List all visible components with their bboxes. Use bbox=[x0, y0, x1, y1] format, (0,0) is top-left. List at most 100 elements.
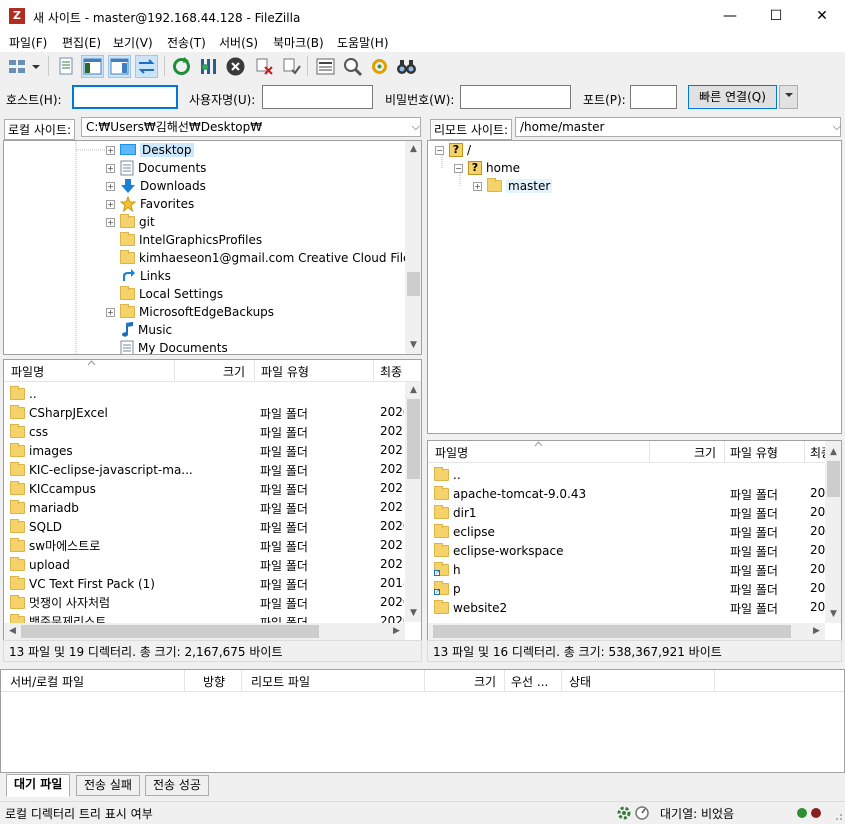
local-tree-item[interactable]: + MicrosoftEdgeBackups bbox=[106, 303, 274, 321]
tab-failed-transfers[interactable]: 전송 실패 bbox=[76, 775, 140, 796]
menu-bookmarks[interactable]: 북마크(B) bbox=[273, 34, 324, 51]
expand-icon[interactable]: + bbox=[106, 217, 115, 227]
local-file-row[interactable]: upload bbox=[10, 555, 70, 574]
directory-listing-filter-button[interactable] bbox=[314, 55, 337, 78]
column-header-type[interactable]: 파일 유형 bbox=[261, 363, 309, 380]
expand-icon[interactable]: + bbox=[106, 307, 115, 317]
remote-tree-item-root[interactable]: − ? / bbox=[435, 141, 471, 159]
remote-file-row[interactable]: ↗ p bbox=[434, 579, 461, 598]
queue-column-direction[interactable]: 방향 bbox=[203, 673, 225, 690]
refresh-button[interactable] bbox=[170, 55, 193, 78]
scroll-up-icon[interactable]: ▲ bbox=[405, 141, 421, 158]
queue-column-status[interactable]: 상태 bbox=[569, 673, 591, 690]
local-tree-item[interactable]: Music bbox=[106, 321, 172, 339]
local-tree-item[interactable]: Local Settings bbox=[106, 285, 223, 303]
local-file-row[interactable]: CSharpJExcel bbox=[10, 403, 108, 422]
menu-view[interactable]: 보기(V) bbox=[113, 34, 153, 51]
scrollbar-thumb[interactable] bbox=[407, 399, 420, 479]
maximize-button[interactable]: ☐ bbox=[753, 0, 799, 32]
resize-grip-icon[interactable] bbox=[833, 811, 843, 821]
toggle-local-tree-button[interactable] bbox=[81, 55, 104, 78]
local-path-input[interactable]: C:₩Users₩김해선₩Desktop₩ bbox=[81, 117, 421, 137]
local-file-row[interactable]: mariadb bbox=[10, 498, 79, 517]
speed-limit-icon[interactable] bbox=[634, 805, 650, 821]
tab-successful-transfers[interactable]: 전송 성공 bbox=[145, 775, 209, 796]
column-header-size[interactable]: 크기 bbox=[694, 444, 716, 461]
filezilla-logo-icon[interactable]: Z bbox=[9, 8, 25, 24]
menu-server[interactable]: 서버(S) bbox=[219, 34, 258, 51]
user-input[interactable] bbox=[262, 85, 373, 109]
queue-column-priority[interactable]: 우선 ... bbox=[511, 673, 548, 690]
remote-file-row[interactable]: eclipse-workspace bbox=[434, 541, 563, 560]
menu-edit[interactable]: 편집(E) bbox=[62, 34, 101, 51]
local-file-row[interactable]: 멋쟁이 사자처럼 bbox=[10, 593, 110, 612]
column-header-type[interactable]: 파일 유형 bbox=[730, 444, 778, 461]
local-file-row[interactable]: KIC-eclipse-javascript-ma... bbox=[10, 460, 193, 479]
scroll-down-icon[interactable]: ▼ bbox=[405, 605, 421, 622]
local-tree-item[interactable]: My Documents bbox=[106, 339, 228, 354]
local-tree-scrollbar[interactable]: ▲ ▼ bbox=[405, 141, 421, 354]
expand-icon[interactable]: + bbox=[106, 145, 115, 155]
toggle-remote-tree-button[interactable] bbox=[108, 55, 131, 78]
find-files-button[interactable] bbox=[395, 55, 418, 78]
local-tree-item[interactable]: kimhaeseon1@gmail.com Creative Cloud Fil… bbox=[106, 249, 417, 267]
column-header-name[interactable]: 파일명 bbox=[435, 444, 468, 461]
local-file-row[interactable]: .. bbox=[10, 384, 37, 403]
scroll-up-icon[interactable]: ▲ bbox=[825, 444, 841, 461]
message-log-button[interactable] bbox=[55, 55, 78, 78]
remote-tree-item-home[interactable]: − ? home bbox=[454, 159, 520, 177]
port-input[interactable] bbox=[630, 85, 677, 109]
scrollbar-thumb[interactable] bbox=[407, 272, 420, 296]
remote-file-row[interactable]: apache-tomcat-9.0.43 bbox=[434, 484, 586, 503]
minimize-button[interactable]: — bbox=[707, 0, 753, 32]
local-file-row[interactable]: images bbox=[10, 441, 73, 460]
remote-path-input[interactable]: /home/master bbox=[515, 117, 841, 137]
tab-queued-files[interactable]: 대기 파일 bbox=[6, 774, 71, 797]
cancel-operation-button[interactable] bbox=[224, 55, 247, 78]
chevron-down-icon[interactable]: ⌵ bbox=[833, 120, 841, 134]
menu-transfer[interactable]: 전송(T) bbox=[167, 34, 206, 51]
column-header-size[interactable]: 크기 bbox=[223, 363, 245, 380]
quickconnect-button[interactable]: 빠른 연결(Q) bbox=[688, 85, 777, 109]
queue-column-size[interactable]: 크기 bbox=[474, 673, 496, 690]
local-file-row[interactable]: SQLD bbox=[10, 517, 62, 536]
remote-file-hscrollbar[interactable]: ▶ bbox=[428, 623, 825, 640]
collapse-icon[interactable]: − bbox=[454, 163, 463, 173]
local-file-scrollbar[interactable]: ▲ ▼ bbox=[405, 382, 421, 622]
local-file-hscrollbar[interactable]: ◀ ▶ bbox=[4, 623, 405, 640]
chevron-down-icon[interactable]: ⌵ bbox=[412, 120, 420, 134]
site-manager-button[interactable] bbox=[6, 55, 29, 78]
expand-icon[interactable]: + bbox=[106, 199, 115, 209]
local-tree-item[interactable]: + Desktop bbox=[106, 141, 194, 159]
reconnect-button[interactable] bbox=[280, 55, 303, 78]
scroll-left-icon[interactable]: ◀ bbox=[4, 623, 21, 640]
remote-file-row[interactable]: ↗ h bbox=[434, 560, 461, 579]
gear-icon[interactable] bbox=[616, 805, 632, 821]
queue-column-remote-file[interactable]: 리모트 파일 bbox=[251, 673, 310, 690]
password-input[interactable] bbox=[460, 85, 571, 109]
toggle-transfer-queue-button[interactable] bbox=[135, 55, 158, 78]
local-tree-item[interactable]: + Documents bbox=[106, 159, 206, 177]
scroll-down-icon[interactable]: ▼ bbox=[405, 337, 421, 354]
remote-file-row[interactable]: dir1 bbox=[434, 503, 477, 522]
remote-file-row[interactable]: .. bbox=[434, 465, 461, 484]
remote-file-scrollbar[interactable]: ▲ ▼ bbox=[825, 441, 841, 623]
queue-column-server-file[interactable]: 서버/로컬 파일 bbox=[10, 673, 84, 690]
quickconnect-history-dropdown[interactable] bbox=[779, 85, 798, 109]
local-tree-item[interactable]: Links bbox=[106, 267, 171, 285]
scroll-right-icon[interactable]: ▶ bbox=[388, 623, 405, 640]
local-tree-item[interactable]: IntelGraphicsProfiles bbox=[106, 231, 262, 249]
scroll-right-icon[interactable]: ▶ bbox=[808, 623, 825, 640]
expand-icon[interactable]: + bbox=[473, 181, 482, 191]
remote-file-row[interactable]: eclipse bbox=[434, 522, 495, 541]
local-file-row[interactable]: css bbox=[10, 422, 48, 441]
close-button[interactable]: ✕ bbox=[799, 0, 845, 32]
expand-icon[interactable]: + bbox=[106, 181, 115, 191]
scrollbar-thumb[interactable] bbox=[827, 461, 840, 497]
process-queue-button[interactable] bbox=[197, 55, 220, 78]
local-file-row[interactable]: KICcampus bbox=[10, 479, 96, 498]
local-file-row[interactable]: VC Text First Pack (1) bbox=[10, 574, 155, 593]
scrollbar-thumb[interactable] bbox=[433, 625, 791, 638]
disconnect-button[interactable] bbox=[253, 55, 276, 78]
scroll-down-icon[interactable]: ▼ bbox=[825, 606, 841, 623]
